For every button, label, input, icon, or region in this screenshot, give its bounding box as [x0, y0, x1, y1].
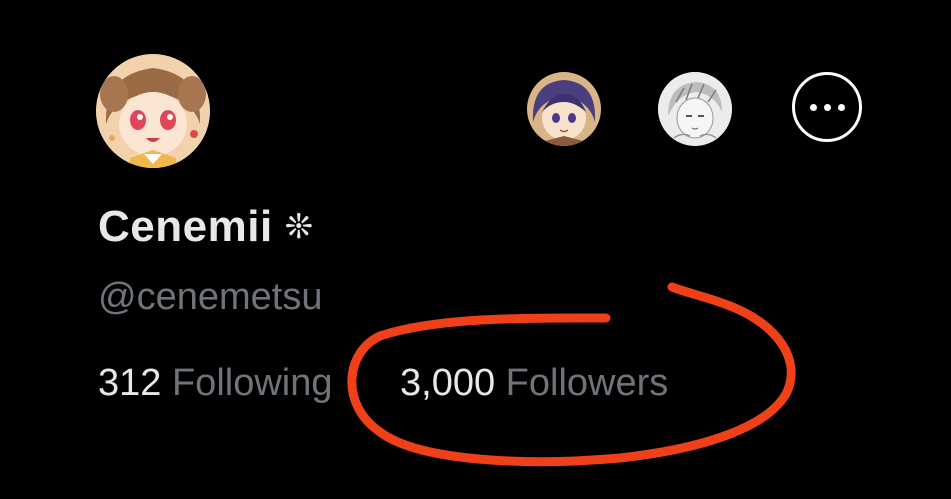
more-options-button[interactable]	[792, 72, 862, 142]
ellipsis-icon	[837, 103, 845, 111]
mutual-follower-avatar-2[interactable]	[658, 72, 732, 146]
display-name-row: Cenemii ❊	[98, 202, 313, 252]
followers-label: Followers	[505, 362, 669, 404]
followers-link[interactable]: 3,000 Followers	[400, 362, 668, 405]
display-name: Cenemii	[98, 202, 273, 251]
profile-header: Cenemii ❊ @cenemetsu 312 Following 3,000…	[0, 0, 951, 499]
following-link[interactable]: 312 Following	[98, 362, 333, 405]
ellipsis-icon	[823, 103, 831, 111]
profile-handle: @cenemetsu	[98, 276, 323, 318]
avatar-image	[96, 54, 210, 168]
avatar-image	[527, 72, 601, 146]
profile-avatar[interactable]	[96, 54, 210, 168]
sparkle-icon: ❊	[284, 208, 314, 246]
followers-count: 3,000	[400, 362, 496, 404]
avatar-image	[658, 72, 732, 146]
mutual-follower-avatar-1[interactable]	[527, 72, 601, 146]
following-count: 312	[98, 362, 162, 404]
following-label: Following	[171, 362, 333, 404]
ellipsis-icon	[809, 103, 817, 111]
